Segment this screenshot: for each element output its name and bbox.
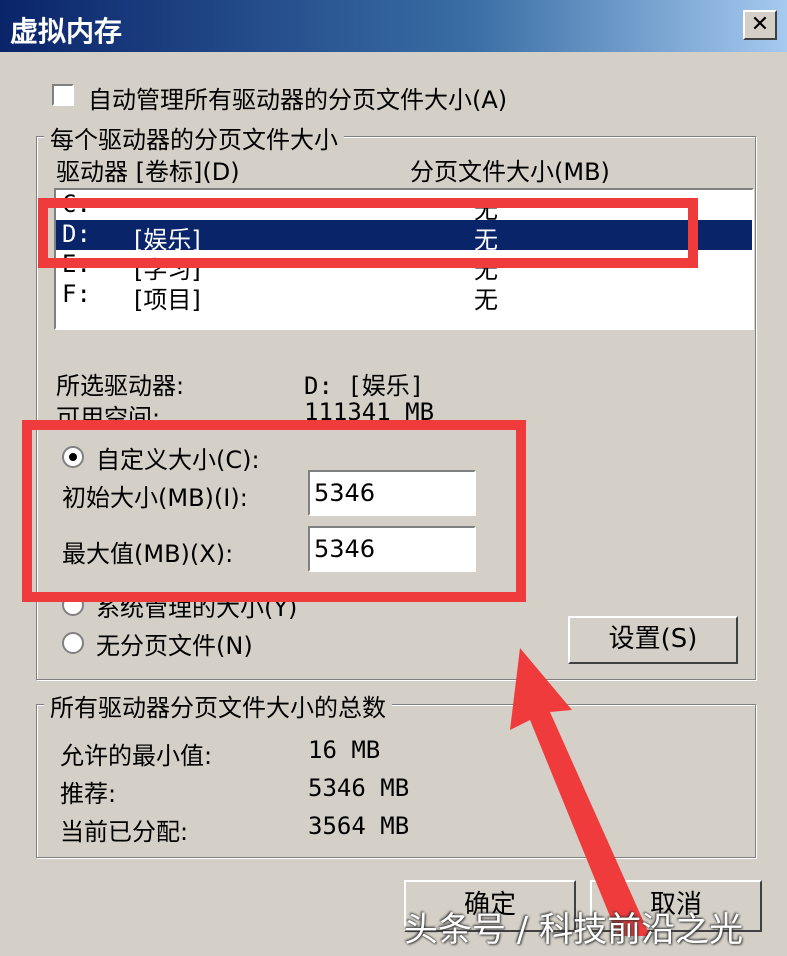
highlight-custom-size xyxy=(22,420,526,602)
drive-row-f[interactable]: F: [项目] 无 xyxy=(56,280,752,314)
recommended-label: 推荐: xyxy=(60,780,117,808)
drive-letter: F: xyxy=(62,280,91,308)
highlight-selected-drive xyxy=(38,198,698,268)
totals-group-label: 所有驱动器分页文件大小的总数 xyxy=(44,688,392,723)
currently-allocated-label: 当前已分配: xyxy=(60,818,189,846)
close-button[interactable]: ✕ xyxy=(743,10,777,40)
drive-size: 无 xyxy=(474,286,498,314)
min-allowed-label: 允许的最小值: xyxy=(60,742,213,770)
no-paging-radio[interactable] xyxy=(62,632,84,654)
red-arrow-icon xyxy=(510,648,650,936)
no-paging-label[interactable]: 无分页文件(N) xyxy=(96,626,253,661)
recommended-value: 5346 MB xyxy=(308,774,410,802)
auto-manage-checkbox[interactable] xyxy=(52,84,74,106)
title-bar: 虚拟内存 xyxy=(0,0,787,52)
column-header-drive: 驱动器 [卷标](D) xyxy=(56,158,240,186)
column-header-size: 分页文件大小(MB) xyxy=(410,158,610,186)
close-icon: ✕ xyxy=(750,12,770,37)
watermark-text: 头条号 / 科技前沿之光 xyxy=(404,910,744,950)
min-allowed-value: 16 MB xyxy=(308,736,381,764)
per-drive-group-label: 每个驱动器的分页文件大小 xyxy=(44,120,344,155)
auto-manage-label[interactable]: 自动管理所有驱动器的分页文件大小(A) xyxy=(88,80,507,115)
drive-label: [项目] xyxy=(134,286,201,314)
selected-drive-label: 所选驱动器: xyxy=(56,372,185,400)
virtual-memory-dialog: 虚拟内存 ✕ 自动管理所有驱动器的分页文件大小(A) 每个驱动器的分页文件大小 … xyxy=(0,0,787,956)
window-title: 虚拟内存 xyxy=(10,15,123,48)
selected-drive-value: D: [娱乐] xyxy=(304,372,425,400)
currently-allocated-value: 3564 MB xyxy=(308,812,410,840)
